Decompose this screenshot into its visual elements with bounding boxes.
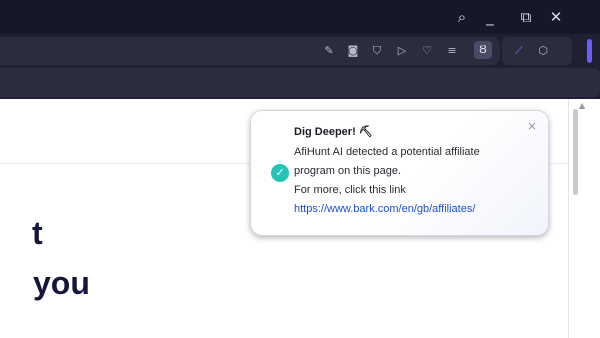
check-icon: ✓ [271,164,289,182]
shield-icon[interactable]: ⛉ [370,44,384,58]
secondary-bar-field [0,68,600,97]
close-notification-icon[interactable]: × [527,119,537,133]
notification-title: Dig Deeper! ⛏ [294,126,373,138]
send-icon[interactable]: ▷ [395,44,409,58]
notification-message-line-3: For more, click this link [294,184,406,196]
cube-icon[interactable]: ⬡ [536,44,550,58]
browser-toolbar: ✎ ◙ ⛉ ▷ ♡ ≡ Ȣ ⟋ ⬡ [0,34,600,68]
edit-icon[interactable]: ✎ [322,44,336,58]
page-scrollbar[interactable]: ▲ [568,99,600,338]
restore-button[interactable]: ⧉ [515,6,537,28]
camera-icon[interactable]: ◙ [346,44,360,58]
scroll-thumb[interactable] [573,109,578,195]
page-heading-line-2: you [33,265,90,301]
page-heading-line-1: t [32,215,43,251]
affiliate-notification: × ✓ Dig Deeper! ⛏ AfiHunt AI detected a … [250,110,549,236]
notification-message-line-2: program on this page. [294,165,402,177]
close-window-button[interactable]: ✕ [545,6,567,28]
search-tabs-icon[interactable]: ⌕ [451,6,473,28]
minimize-button[interactable]: _ [479,6,501,28]
browser-titlebar: ⌕ _ ⧉ ✕ [0,0,600,34]
secondary-bar [0,68,600,99]
sidebar-accent-indicator [587,39,592,63]
scroll-up-arrow-icon[interactable]: ▲ [579,101,585,110]
heart-icon[interactable]: ♡ [420,44,434,58]
extension-group: ⟋ ⬡ [502,37,572,65]
affiliate-link[interactable]: https://www.bark.com/en/gb/affiliates/ [294,203,475,215]
list-icon[interactable]: ≡ [445,44,459,58]
share-icon[interactable]: ⟋ [512,44,526,58]
notification-message-line-1: AfiHunt AI detected a potential affiliat… [294,146,480,158]
extension-icon[interactable]: Ȣ [474,41,492,59]
